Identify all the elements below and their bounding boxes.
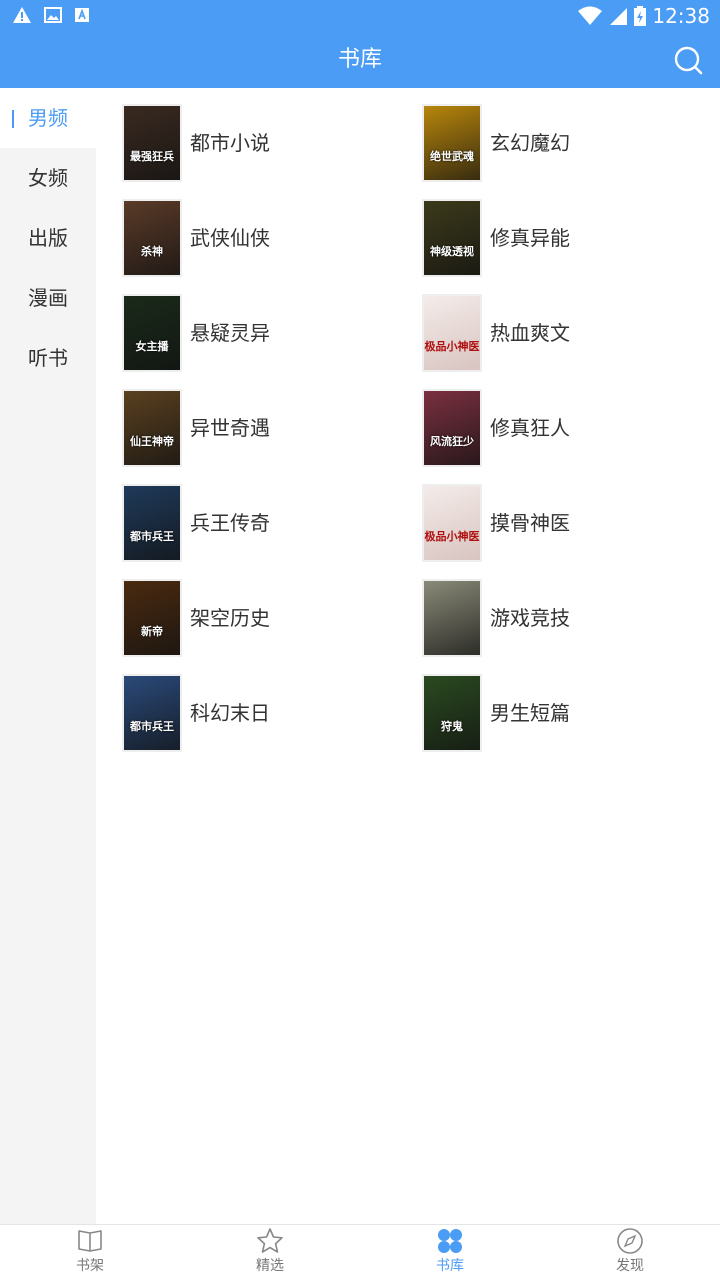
book-cover: 狩鬼 <box>424 676 480 750</box>
category-item[interactable]: 游戏竞技 <box>396 563 696 655</box>
signal-icon <box>610 8 628 25</box>
grid-circles-icon <box>438 1229 462 1253</box>
book-cover: 新帝 <box>124 581 180 655</box>
category-item[interactable]: 都市兵王 兵王传奇 <box>96 468 396 560</box>
sidebar-item-label: 漫画 <box>28 286 68 310</box>
book-cover: 女主播 <box>124 296 180 370</box>
book-cover: 仙王神帝 <box>124 391 180 465</box>
category-item[interactable]: 新帝 架空历史 <box>96 563 396 655</box>
category-label: 都市小说 <box>190 131 270 155</box>
book-cover: 杀神 <box>124 201 180 275</box>
category-label: 悬疑灵异 <box>190 321 270 345</box>
category-label: 异世奇遇 <box>190 416 270 440</box>
book-cover: 最强狂兵 <box>124 106 180 180</box>
book-icon <box>78 1230 102 1252</box>
category-item[interactable]: 女主播 悬疑灵异 <box>96 278 396 370</box>
category-label: 游戏竞技 <box>490 606 570 630</box>
sidebar-item-male[interactable]: 男频 <box>0 88 96 148</box>
category-item[interactable]: 都市兵王 科幻末日 <box>96 658 396 750</box>
category-grid: 最强狂兵 都市小说 绝世武魂 玄幻魔幻 杀神 武侠仙侠 神级透视 修真异能 女主… <box>96 88 720 1224</box>
category-item[interactable]: 极品小神医 热血爽文 <box>396 278 696 370</box>
sidebar-item-label: 男频 <box>28 106 68 130</box>
font-icon <box>75 8 89 22</box>
book-cover: 神级透视 <box>424 201 480 275</box>
active-indicator <box>12 110 14 128</box>
category-label: 玄幻魔幻 <box>490 131 570 155</box>
tab-discover[interactable]: 发现 <box>540 1225 720 1281</box>
category-label: 武侠仙侠 <box>190 226 270 250</box>
book-cover: 都市兵王 <box>124 676 180 750</box>
book-cover: 绝世武魂 <box>424 106 480 180</box>
category-item[interactable]: 绝世武魂 玄幻魔幻 <box>396 88 696 180</box>
app-bar: 书库 <box>0 32 720 88</box>
category-label: 修真狂人 <box>490 416 570 440</box>
category-label: 架空历史 <box>190 606 270 630</box>
category-sidebar: 男频 女频 出版 漫画 听书 <box>0 88 96 1224</box>
category-item[interactable]: 极品小神医 摸骨神医 <box>396 468 696 560</box>
tab-label: 书架 <box>76 1258 104 1274</box>
category-label: 摸骨神医 <box>490 511 570 535</box>
page-title: 书库 <box>337 47 382 72</box>
category-item[interactable]: 风流狂少 修真狂人 <box>396 373 696 465</box>
bottom-nav: 书架 精选 书库 发现 <box>0 1224 720 1281</box>
sidebar-item-audiobooks[interactable]: 听书 <box>0 328 96 388</box>
book-cover: 极品小神医 <box>424 486 480 560</box>
book-cover <box>424 581 480 655</box>
category-item[interactable]: 杀神 武侠仙侠 <box>96 183 396 275</box>
category-item[interactable]: 神级透视 修真异能 <box>396 183 696 275</box>
wifi-icon <box>578 6 603 25</box>
sidebar-item-publish[interactable]: 出版 <box>0 208 96 268</box>
sidebar-item-female[interactable]: 女频 <box>0 148 96 208</box>
status-time: 12:38 <box>652 4 710 28</box>
sidebar-item-comics[interactable]: 漫画 <box>0 268 96 328</box>
category-item[interactable]: 狩鬼 男生短篇 <box>396 658 696 750</box>
category-item[interactable]: 最强狂兵 都市小说 <box>96 88 396 180</box>
book-cover: 都市兵王 <box>124 486 180 560</box>
category-label: 修真异能 <box>490 226 570 250</box>
tab-label: 书库 <box>436 1258 464 1274</box>
tab-featured[interactable]: 精选 <box>180 1225 360 1281</box>
sidebar-item-label: 听书 <box>28 346 68 370</box>
image-icon <box>44 7 62 23</box>
warning-icon <box>13 7 31 23</box>
battery-icon <box>634 6 647 26</box>
book-cover: 极品小神医 <box>424 296 480 370</box>
category-label: 科幻末日 <box>190 701 270 725</box>
category-label: 热血爽文 <box>490 321 570 345</box>
category-item[interactable]: 仙王神帝 异世奇遇 <box>96 373 396 465</box>
status-bar: 12:38 <box>0 0 720 32</box>
category-label: 男生短篇 <box>490 701 570 725</box>
sidebar-item-label: 女频 <box>28 166 68 190</box>
book-cover: 风流狂少 <box>424 391 480 465</box>
sidebar-item-label: 出版 <box>28 226 68 250</box>
tab-bookshelf[interactable]: 书架 <box>0 1225 180 1281</box>
compass-icon <box>617 1228 643 1254</box>
tab-label: 精选 <box>256 1258 284 1274</box>
star-icon <box>257 1228 283 1253</box>
tab-label: 发现 <box>616 1258 644 1274</box>
category-label: 兵王传奇 <box>190 511 270 535</box>
tab-library[interactable]: 书库 <box>360 1225 540 1281</box>
search-icon[interactable] <box>672 44 704 76</box>
